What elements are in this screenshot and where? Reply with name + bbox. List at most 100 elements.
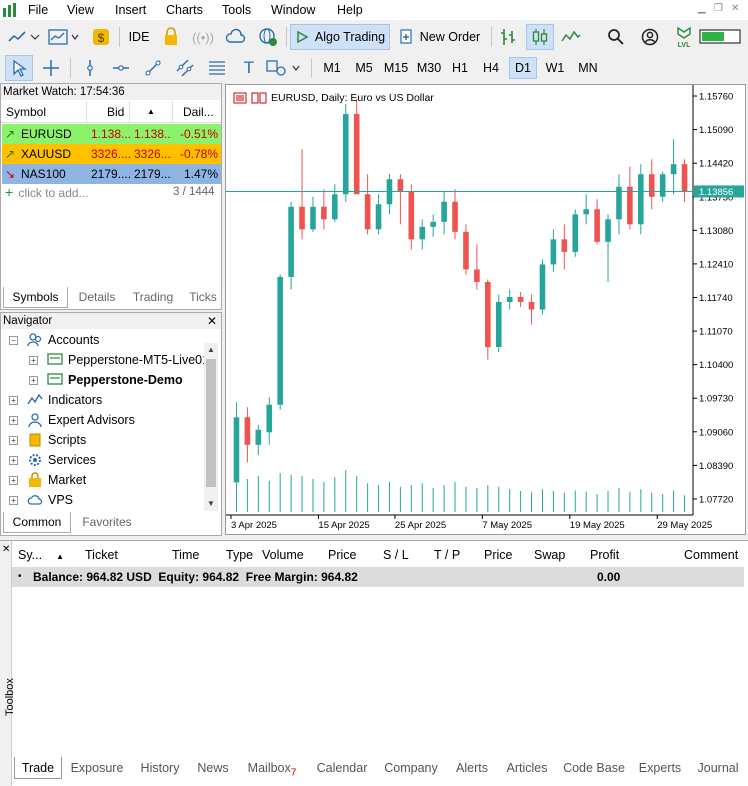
tab-history[interactable]: History	[134, 757, 186, 779]
new-order-button[interactable]: New Order	[396, 24, 484, 50]
expand-icon[interactable]: +	[9, 416, 18, 425]
column-price[interactable]: Price	[328, 545, 356, 565]
column-profit[interactable]: Profit	[590, 545, 619, 565]
timeframe-h4[interactable]: H4	[477, 57, 505, 79]
symbol-row[interactable]: ↗ EURUSD 1.138... 1.138... -0.51%	[2, 124, 221, 144]
scroll-up-icon[interactable]: ▲	[204, 343, 218, 357]
expand-icon[interactable]: +	[29, 356, 38, 365]
lock-icon[interactable]	[160, 24, 182, 50]
connection-status-icon[interactable]	[698, 24, 744, 50]
tab-company[interactable]: Company	[379, 757, 443, 779]
tab-mailbox[interactable]: Mailbox7	[240, 757, 304, 779]
timeframe-m30[interactable]: M30	[414, 57, 444, 79]
tab-journal[interactable]: Journal	[692, 757, 744, 779]
signal-icon[interactable]: ((•))	[191, 24, 215, 50]
chart-window[interactable]: 1.15760 1.15090 1.14420 1.13750 1.13080 1.124…	[225, 84, 746, 535]
line-chart-icon[interactable]	[559, 24, 583, 50]
price-chart[interactable]: 1.157601.150901.144201.137501.130801.124…	[226, 85, 745, 534]
tab-common[interactable]: Common	[3, 512, 71, 533]
close-icon[interactable]: ✕	[731, 3, 739, 14]
timeframe-m1[interactable]: M1	[318, 57, 346, 79]
restore-icon[interactable]: ❐	[714, 3, 723, 14]
column-take-profit[interactable]: T / P	[434, 545, 460, 565]
chart-list-icon[interactable]	[233, 92, 247, 104]
metatrader-logo-icon[interactable]	[2, 2, 18, 18]
menu-file[interactable]: File	[28, 2, 48, 18]
level-icon[interactable]: LVL	[672, 24, 696, 50]
crosshair-icon[interactable]	[38, 55, 64, 81]
algo-trading-button[interactable]: Algo Trading	[290, 24, 390, 50]
expand-icon[interactable]: +	[9, 496, 18, 505]
navigator-close-icon[interactable]: ✕	[207, 313, 217, 329]
timeframe-d1[interactable]: D1	[509, 57, 537, 79]
tab-news[interactable]: News	[193, 757, 233, 779]
expand-icon[interactable]: +	[9, 436, 18, 445]
minimize-icon[interactable]: ▁	[698, 3, 706, 14]
tab-experts[interactable]: Experts	[634, 757, 686, 779]
timeframe-m15[interactable]: M15	[381, 57, 411, 79]
chart-objects-icon[interactable]	[251, 92, 267, 104]
tab-ticks[interactable]: Ticks	[185, 287, 221, 308]
add-symbol-row[interactable]: + click to add...	[5, 184, 89, 200]
symbol-row[interactable]: ↘ NAS100 2179.... 2179.... 1.47%	[2, 164, 221, 184]
column-swap[interactable]: Swap	[534, 545, 565, 565]
ide-button[interactable]: IDE	[126, 24, 152, 50]
timeframe-h1[interactable]: H1	[446, 57, 474, 79]
cursor-icon[interactable]	[5, 55, 33, 81]
account-profile-icon[interactable]	[638, 24, 662, 50]
column-current-price[interactable]: Price	[484, 545, 512, 565]
column-symbol[interactable]: Symbol	[1, 101, 87, 123]
column-ask[interactable]: ▲	[130, 101, 173, 123]
menu-window[interactable]: Window	[271, 2, 315, 18]
tab-trade[interactable]: Trade	[14, 757, 62, 779]
tab-calendar[interactable]: Calendar	[311, 757, 373, 779]
column-stop-loss[interactable]: S / L	[383, 545, 409, 565]
menu-charts[interactable]: Charts	[166, 2, 203, 18]
tab-favorites[interactable]: Favorites	[75, 512, 139, 533]
column-volume[interactable]: Volume	[262, 545, 304, 565]
expand-icon[interactable]: +	[9, 476, 18, 485]
tab-alerts[interactable]: Alerts	[449, 757, 495, 779]
tab-symbols[interactable]: Symbols	[3, 287, 68, 308]
toolbox-close-icon[interactable]: ✕	[2, 544, 10, 555]
expand-icon[interactable]: +	[9, 396, 18, 405]
profiles-button[interactable]	[46, 24, 82, 50]
column-symbol[interactable]: Sy... ▲	[18, 545, 64, 565]
expand-icon[interactable]: +	[9, 456, 18, 465]
network-icon[interactable]	[256, 24, 280, 50]
menu-insert[interactable]: Insert	[115, 2, 146, 18]
channel-icon[interactable]	[173, 55, 197, 81]
timeframe-m5[interactable]: M5	[350, 57, 378, 79]
bar-chart-icon[interactable]	[496, 24, 520, 50]
balance-row[interactable]: • Balance: 964.82 USD Equity: 964.82 Fre…	[12, 567, 744, 587]
text-tool-icon[interactable]: T	[237, 55, 261, 81]
tab-trading[interactable]: Trading	[125, 287, 181, 308]
shapes-icon[interactable]	[264, 55, 304, 81]
scroll-down-icon[interactable]: ▼	[204, 497, 218, 511]
tab-articles[interactable]: Articles	[501, 757, 553, 779]
menu-help[interactable]: Help	[337, 2, 363, 18]
navigator-scrollbar[interactable]: ▲ ▼	[204, 343, 218, 511]
tab-code-base[interactable]: Code Base	[560, 757, 628, 779]
column-type[interactable]: Type	[226, 545, 253, 565]
timeframe-w1[interactable]: W1	[541, 57, 569, 79]
expand-icon[interactable]: +	[29, 376, 38, 385]
column-daily-change[interactable]: Dail...	[173, 101, 221, 123]
tab-exposure[interactable]: Exposure	[66, 757, 128, 779]
column-comment[interactable]: Comment	[684, 545, 738, 565]
timeframe-mn[interactable]: MN	[573, 57, 603, 79]
cloud-icon[interactable]	[224, 24, 248, 50]
vertical-line-icon[interactable]	[78, 55, 102, 81]
new-chart-button[interactable]	[6, 24, 42, 50]
symbol-row[interactable]: ↗ XAUUSD 3326.... 3326.... -0.78%	[2, 144, 221, 164]
collapse-icon[interactable]: −	[9, 336, 18, 345]
tab-details[interactable]: Details	[71, 287, 123, 308]
search-icon[interactable]	[604, 24, 628, 50]
scrollbar-thumb[interactable]	[206, 359, 216, 487]
horizontal-line-icon[interactable]	[109, 55, 133, 81]
column-ticket[interactable]: Ticket	[85, 545, 118, 565]
column-time[interactable]: Time	[172, 545, 199, 565]
fibonacci-icon[interactable]	[205, 55, 229, 81]
trendline-icon[interactable]	[141, 55, 165, 81]
menu-view[interactable]: View	[67, 2, 94, 18]
